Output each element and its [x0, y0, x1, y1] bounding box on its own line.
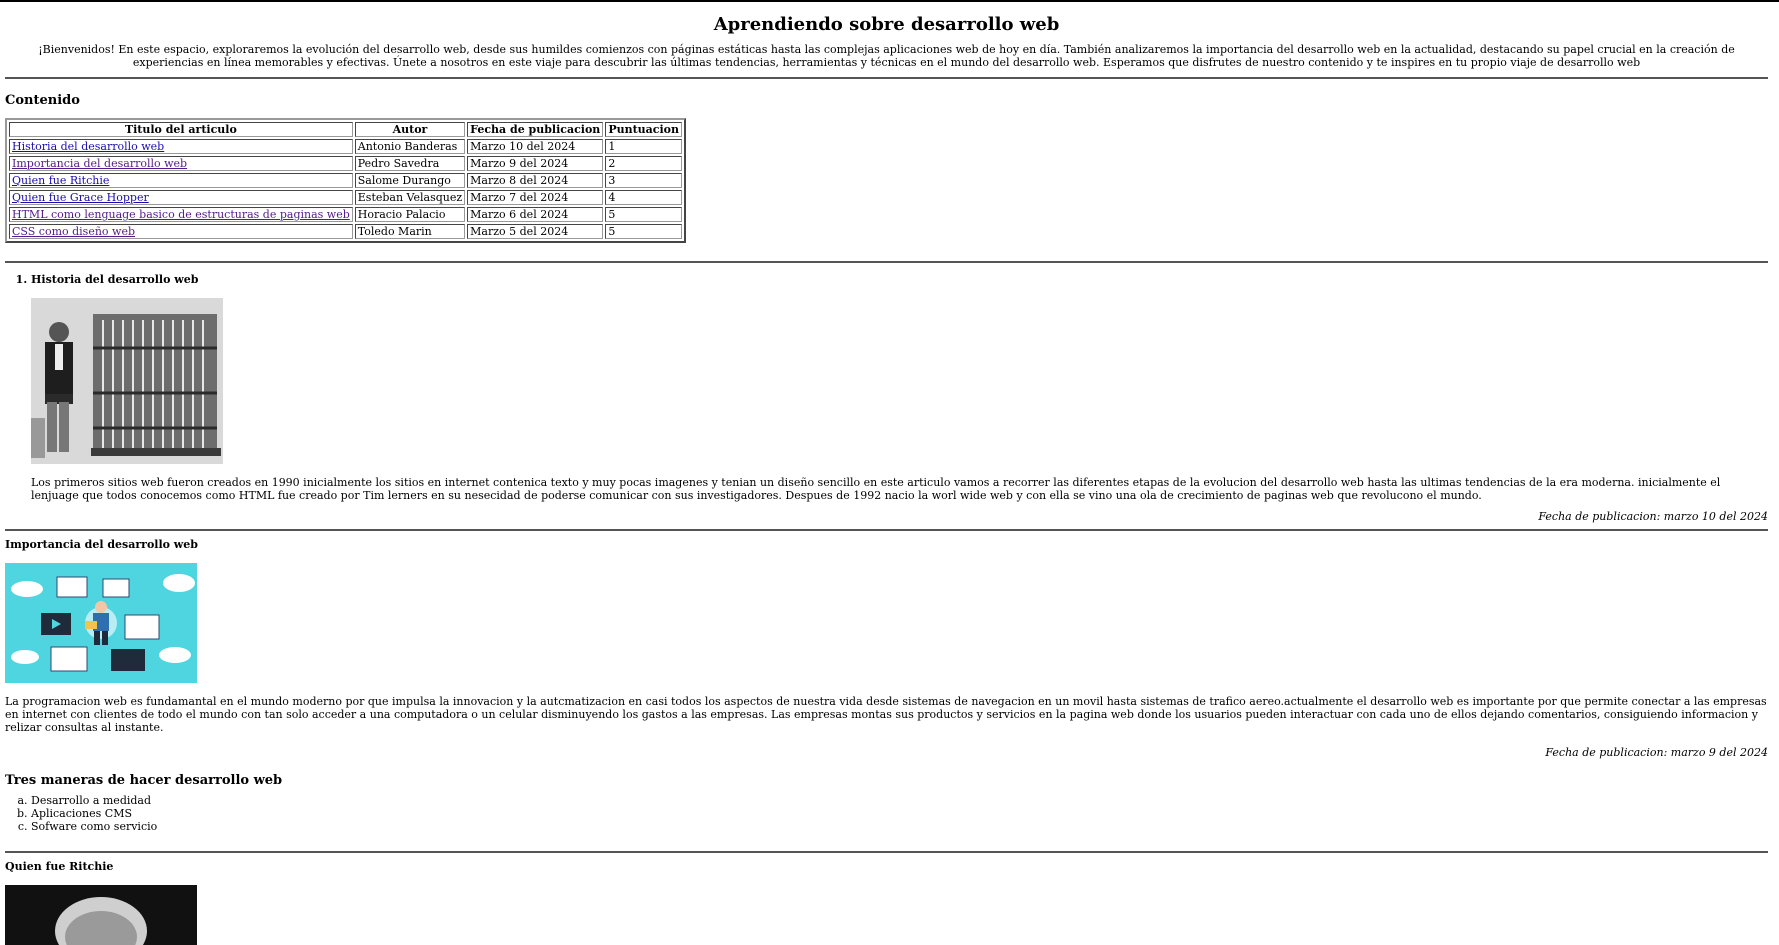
divider: [5, 851, 1768, 853]
author-cell: Toledo Marin: [354, 224, 466, 239]
score-cell: 1: [605, 139, 682, 154]
score-cell: 5: [605, 207, 682, 222]
table-row: Quien fue Ritchie Salome Durango Marzo 8…: [9, 173, 682, 188]
divider: [5, 529, 1768, 531]
date-cell: Marzo 6 del 2024: [467, 207, 604, 222]
author-cell: Pedro Savedra: [354, 156, 466, 171]
table-row: Importancia del desarrollo web Pedro Sav…: [9, 156, 682, 171]
divider: [5, 77, 1768, 79]
ways-heading: Tres maneras de hacer desarrollo web: [5, 773, 283, 788]
article-link[interactable]: Historia del desarrollo web: [12, 140, 164, 153]
article-body: Los primeros sitios web fueron creados e…: [31, 476, 1721, 502]
contents-heading: Contenido: [5, 93, 80, 108]
col-author: Autor: [354, 122, 466, 137]
date-cell: Marzo 7 del 2024: [467, 190, 604, 205]
col-title: Titulo del articulo: [9, 122, 353, 137]
article-heading: Importancia del desarrollo web: [5, 538, 198, 551]
article-body: La programacion web es fundamantal en el…: [5, 695, 1767, 734]
article-history: Los primeros sitios web fueron creados e…: [5, 298, 1768, 502]
web-development-illustration: [5, 563, 197, 683]
article-link[interactable]: Quien fue Grace Hopper: [12, 191, 149, 204]
publication-date: Fecha de publicacion: marzo 10 del 2024: [1538, 510, 1768, 523]
col-date: Fecha de publicacion: [467, 122, 604, 137]
list-item: Aplicaciones CMS: [31, 807, 1768, 820]
article-list: Historia del desarrollo web: [5, 273, 1768, 286]
article-link[interactable]: HTML como lenguage basico de estructuras…: [12, 208, 350, 221]
col-score: Puntuacion: [605, 122, 682, 137]
list-item: Sofware como servicio: [31, 820, 1768, 833]
intro-text: ¡Bienvenidos! En este espacio, explorare…: [38, 43, 1735, 69]
article-link[interactable]: Quien fue Ritchie: [12, 174, 109, 187]
table-row: CSS como diseño web Toledo Marin Marzo 5…: [9, 224, 682, 239]
date-cell: Marzo 10 del 2024: [467, 139, 604, 154]
table-row: Historia del desarrollo web Antonio Band…: [9, 139, 682, 154]
author-cell: Antonio Banderas: [354, 139, 466, 154]
score-cell: 2: [605, 156, 682, 171]
contents-table: Titulo del articulo Autor Fecha de publi…: [5, 118, 686, 243]
page: Aprendiendo sobre desarrollo web ¡Bienve…: [0, 14, 1779, 945]
article-heading: Historia del desarrollo web: [31, 273, 1768, 286]
author-cell: Salome Durango: [354, 173, 466, 188]
list-item: Desarrollo a medidad: [31, 794, 1768, 807]
table-row: Quien fue Grace Hopper Esteban Velasquez…: [9, 190, 682, 205]
ways-list: Desarrollo a medidad Aplicaciones CMS So…: [5, 794, 1768, 833]
table-header-row: Titulo del articulo Autor Fecha de publi…: [9, 122, 682, 137]
score-cell: 4: [605, 190, 682, 205]
author-cell: Horacio Palacio: [354, 207, 466, 222]
ritchie-photo: [5, 885, 197, 945]
score-cell: 5: [605, 224, 682, 239]
article-link[interactable]: CSS como diseño web: [12, 225, 135, 238]
article-link[interactable]: Importancia del desarrollo web: [12, 157, 187, 170]
babbage-machine-photo: [31, 298, 223, 464]
publication-date: Fecha de publicacion: marzo 9 del 2024: [1545, 746, 1768, 759]
article-heading: Quien fue Ritchie: [5, 860, 114, 873]
score-cell: 3: [605, 173, 682, 188]
date-cell: Marzo 5 del 2024: [467, 224, 604, 239]
table-row: HTML como lenguage basico de estructuras…: [9, 207, 682, 222]
date-cell: Marzo 9 del 2024: [467, 156, 604, 171]
date-cell: Marzo 8 del 2024: [467, 173, 604, 188]
page-title: Aprendiendo sobre desarrollo web: [713, 14, 1060, 35]
author-cell: Esteban Velasquez: [354, 190, 466, 205]
divider: [5, 261, 1768, 263]
